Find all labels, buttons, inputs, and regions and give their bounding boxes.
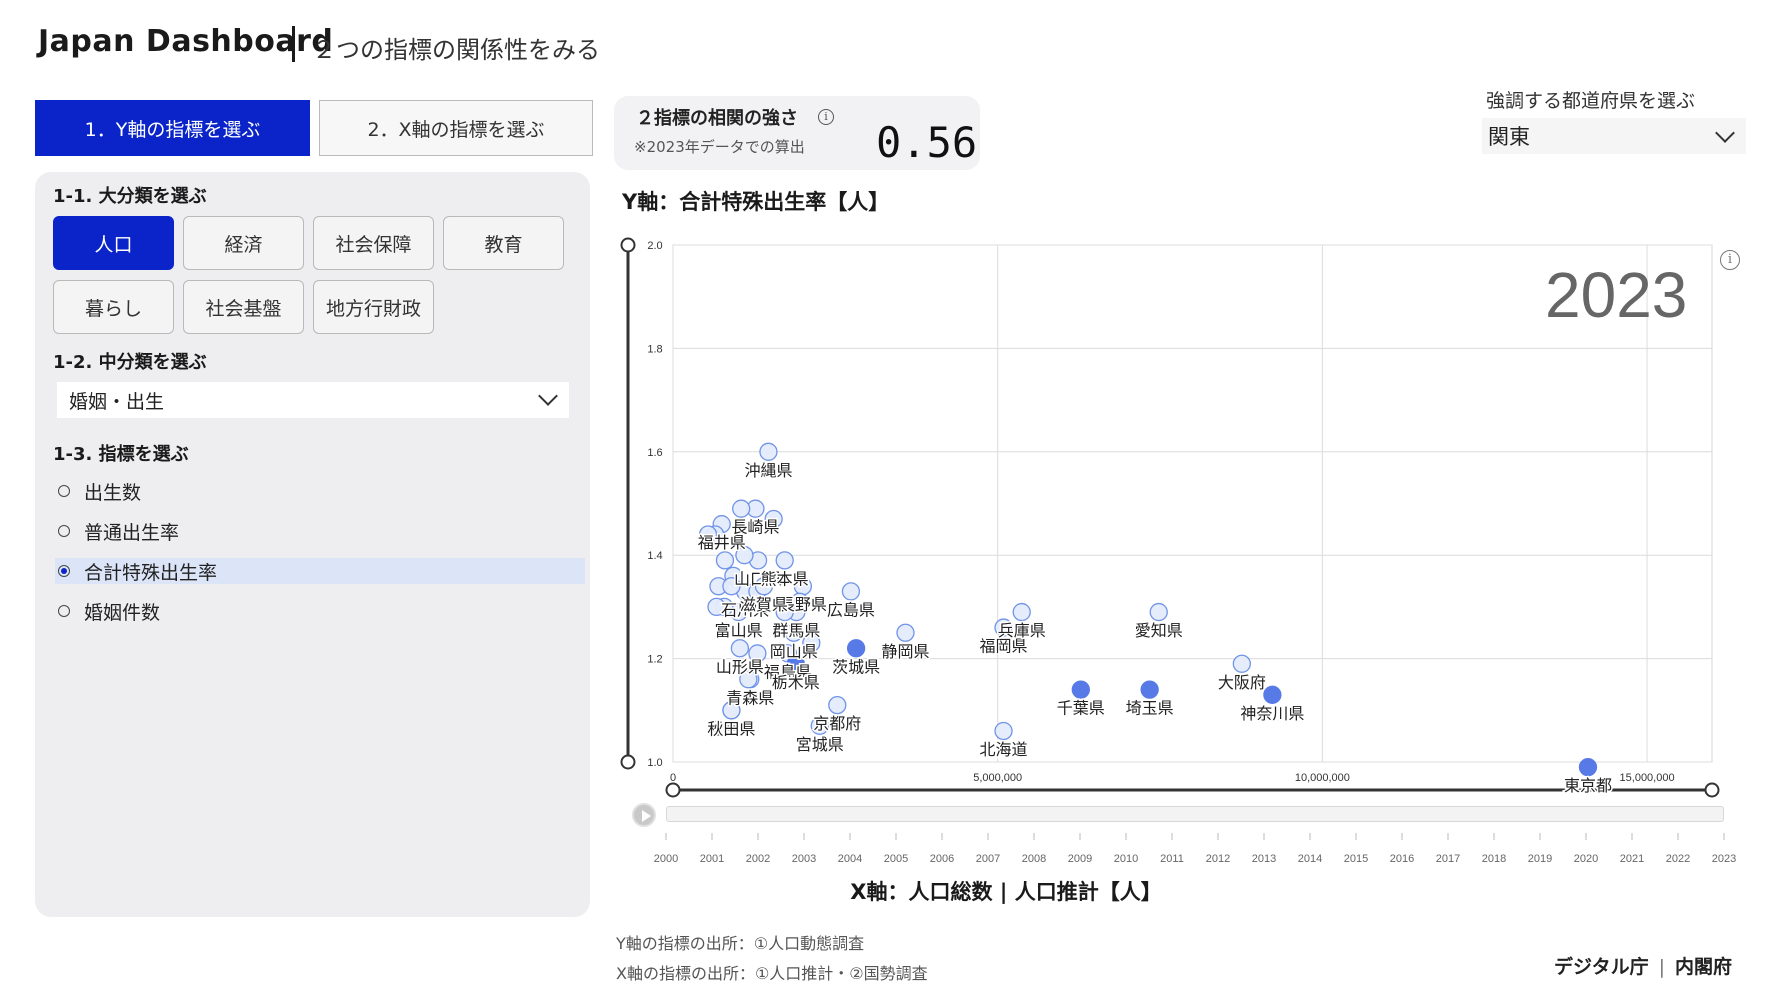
y-tick-label: 1.6 xyxy=(647,447,662,459)
data-point xyxy=(828,695,847,715)
point-label: 千葉県 xyxy=(1057,699,1105,718)
point-label: 北海道 xyxy=(980,740,1028,759)
timeline-year-label: 2023 xyxy=(1712,853,1736,865)
timeline-year-label: 2003 xyxy=(792,853,816,865)
y-range-handle-bottom xyxy=(620,754,636,770)
point-label: 兵庫県 xyxy=(998,621,1046,640)
timeline-year-label: 2001 xyxy=(700,853,724,865)
timeline-year-label: 2016 xyxy=(1390,853,1414,865)
credit-cabinet-office: 内閣府 xyxy=(1675,956,1733,978)
timeline-year-label: 2015 xyxy=(1344,853,1368,865)
timeline-year-label: 2005 xyxy=(884,853,908,865)
timeline-year-label: 2013 xyxy=(1252,853,1276,865)
timeline-year-label: 2017 xyxy=(1436,853,1460,865)
timeline-year-label: 2010 xyxy=(1114,853,1138,865)
y-axis-source: Y軸の指標の出所：①人口動態調査 xyxy=(616,934,865,953)
data-point xyxy=(1149,602,1168,622)
point-label: 茨城県 xyxy=(832,657,880,676)
point-label: 京都府 xyxy=(813,714,861,733)
timeline-year-label: 2012 xyxy=(1206,853,1230,865)
data-point xyxy=(759,442,778,461)
y-tick-label: 1.2 xyxy=(647,654,662,666)
point-label: 大阪府 xyxy=(1218,673,1266,692)
year-display: 2023 xyxy=(1545,259,1688,331)
timeline-year-label: 2019 xyxy=(1528,853,1552,865)
point-label: 神奈川県 xyxy=(1240,704,1304,723)
point-label: 山形県 xyxy=(716,657,764,676)
data-point xyxy=(846,639,866,658)
timeline-year-label: 2014 xyxy=(1298,853,1322,865)
timeline-year-label: 2022 xyxy=(1666,853,1690,865)
x-tick-label: 5,000,000 xyxy=(973,772,1022,784)
point-label: 広島県 xyxy=(827,600,875,619)
timeline-year-label: 2007 xyxy=(976,853,1000,865)
y-tick-label: 1.0 xyxy=(647,757,662,769)
credit-digital-agency: デジタル庁 xyxy=(1554,956,1649,978)
data-point xyxy=(775,551,794,570)
point-label: 熊本県 xyxy=(761,569,809,588)
point-label: 秋田県 xyxy=(707,719,755,738)
timeline-year-label: 2002 xyxy=(746,853,770,865)
data-point xyxy=(1012,602,1031,622)
data-point xyxy=(730,639,750,658)
timeline-year-label: 2008 xyxy=(1022,853,1046,865)
credits: デジタル庁 | 内閣府 xyxy=(1554,952,1732,979)
point-label: 東京都 xyxy=(1564,776,1612,795)
data-point xyxy=(1232,654,1252,673)
credit-separator: | xyxy=(1658,956,1666,978)
data-point xyxy=(1140,680,1159,699)
data-point xyxy=(896,623,915,642)
data-point xyxy=(994,721,1013,741)
point-label: 滋賀県 xyxy=(740,595,788,614)
y-tick-label: 1.8 xyxy=(647,343,662,355)
data-point xyxy=(1071,680,1090,699)
point-label: 愛知県 xyxy=(1135,621,1183,640)
timeline-year-label: 2011 xyxy=(1160,853,1184,865)
x-range-handle-right xyxy=(1704,782,1720,798)
data-point xyxy=(715,551,735,570)
x-tick-label: 15,000,000 xyxy=(1620,772,1675,784)
point-label: 栃木県 xyxy=(772,673,820,692)
play-button[interactable] xyxy=(632,803,656,827)
info-icon[interactable]: i xyxy=(1720,250,1740,270)
timeline-year-label: 2000 xyxy=(654,853,678,865)
timeline-year-label: 2004 xyxy=(838,853,862,865)
data-point xyxy=(1578,758,1598,777)
timeline-year-label: 2020 xyxy=(1574,853,1598,865)
timeline-year-label: 2006 xyxy=(930,853,954,865)
x-tick-label: 10,000,000 xyxy=(1295,772,1350,784)
point-label: 青森県 xyxy=(726,688,774,707)
y-tick-label: 1.4 xyxy=(647,550,662,562)
x-tick-label: 0 xyxy=(670,772,676,784)
y-tick-label: 2.0 xyxy=(647,240,662,252)
point-label: 岡山県 xyxy=(770,642,818,661)
x-range-handle-left xyxy=(665,782,681,798)
point-label: 群馬県 xyxy=(772,621,820,640)
point-label: 静岡県 xyxy=(881,642,929,661)
point-label: 沖縄県 xyxy=(744,461,792,480)
data-point xyxy=(841,582,861,601)
scatter-chart: 1.0 1.2 1.4 1.6 1.8 2.0 0 5,000,000 10,000,000 15… xyxy=(620,237,1736,865)
year-timeline-slider[interactable] xyxy=(666,806,1724,822)
point-label: 長崎県 xyxy=(731,518,779,537)
timeline-year-label: 2021 xyxy=(1620,853,1644,865)
timeline-year-label: 2009 xyxy=(1068,853,1092,865)
point-label: 富山県 xyxy=(715,621,763,640)
timeline-year-label: 2018 xyxy=(1482,853,1506,865)
point-label: 宮城県 xyxy=(796,735,844,754)
data-point xyxy=(1263,685,1282,704)
x-axis-source: X軸の指標の出所：①人口推計・②国勢調査 xyxy=(616,964,928,983)
y-range-handle-top xyxy=(620,237,636,253)
data-point xyxy=(732,499,751,518)
point-label: 埼玉県 xyxy=(1126,699,1174,718)
